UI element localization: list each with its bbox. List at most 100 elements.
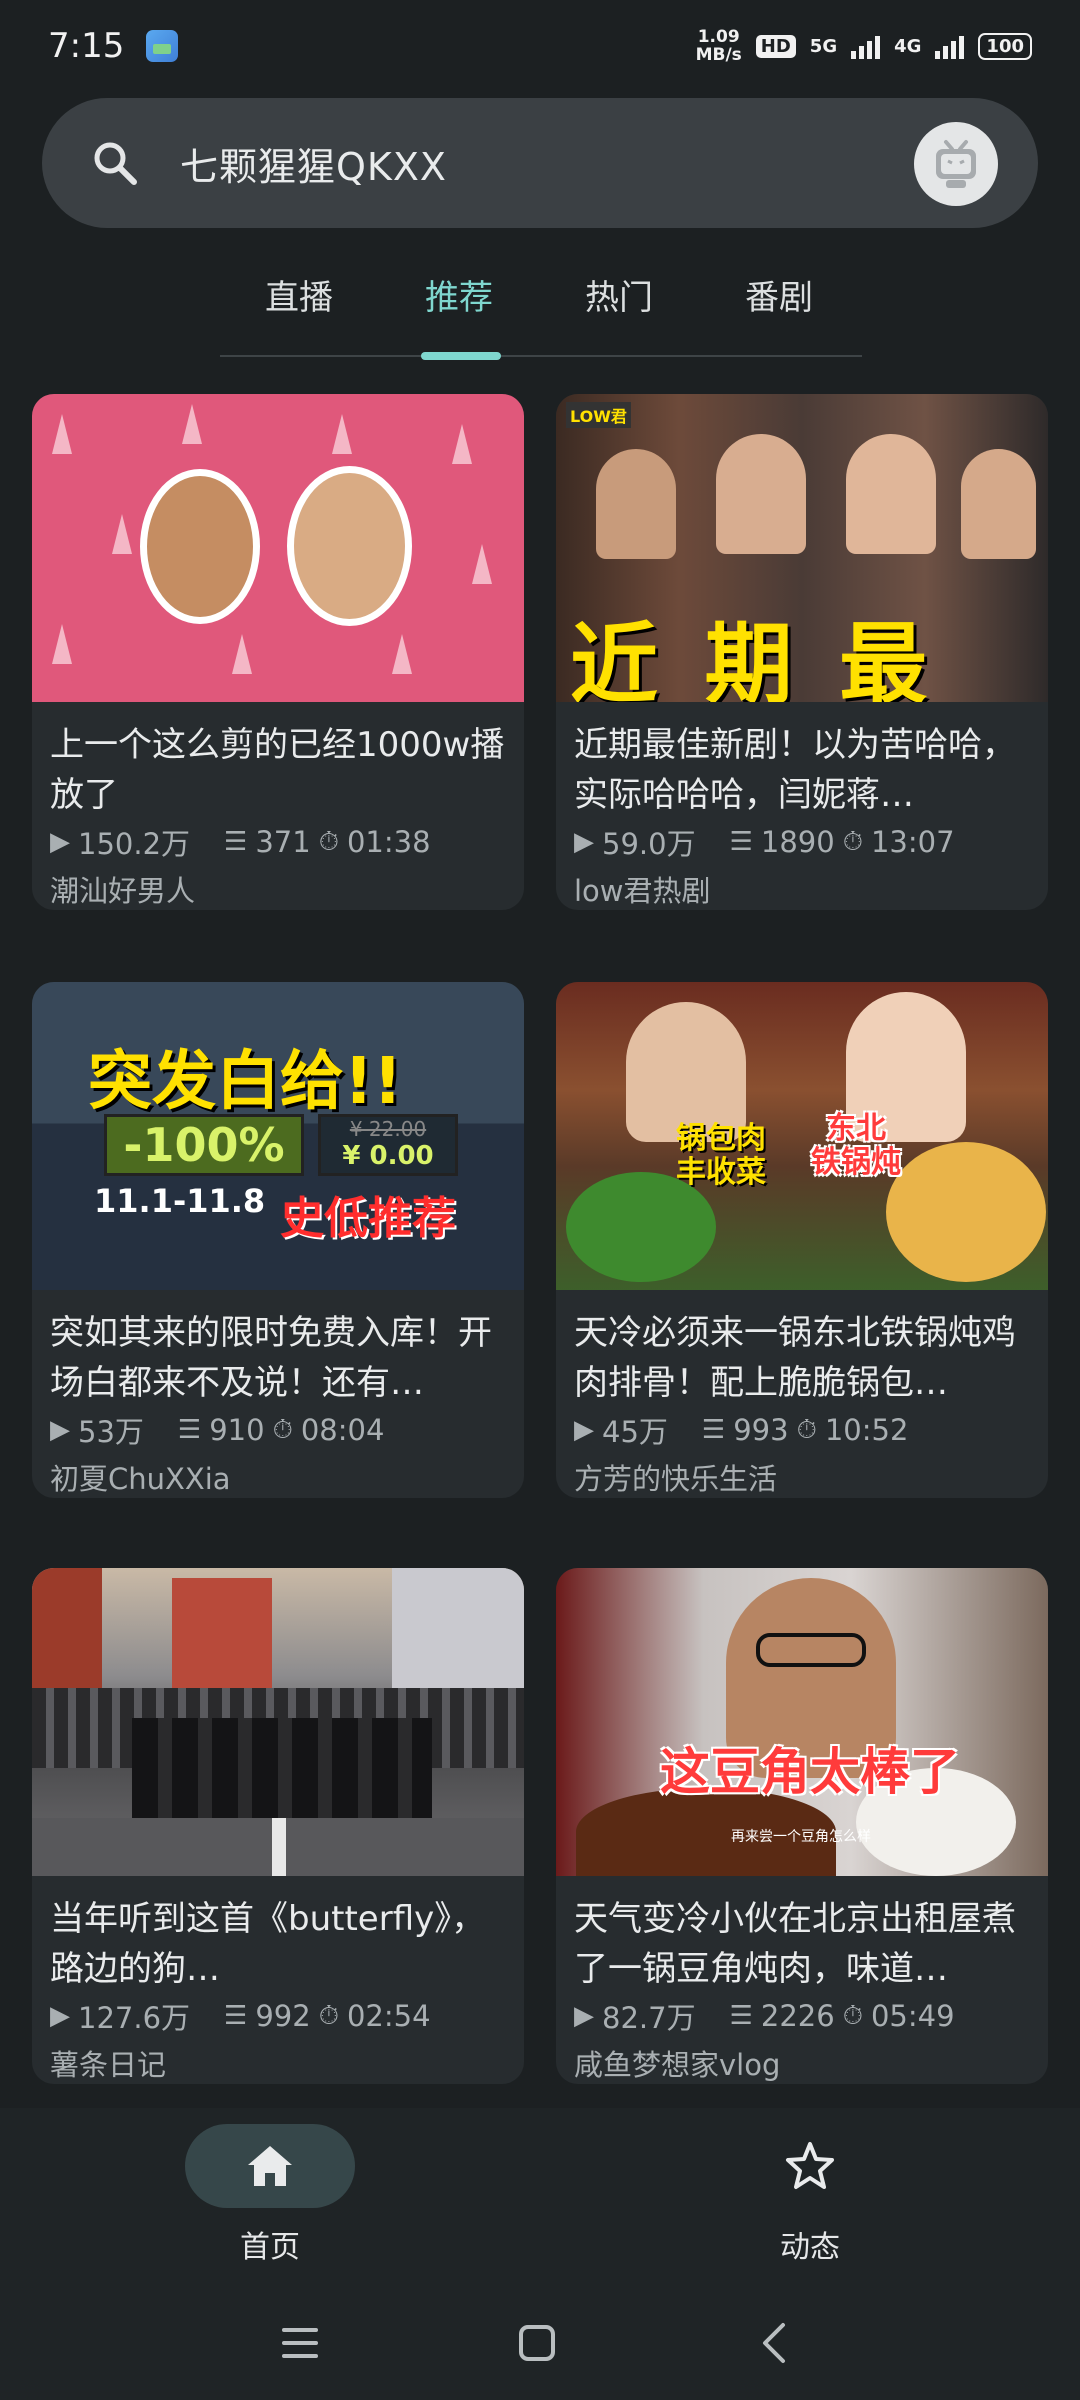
duration-icon: ⏱: [318, 826, 339, 857]
danmaku-count: 1890: [760, 825, 835, 859]
video-author[interactable]: low君热剧: [556, 862, 1048, 910]
danmaku-count: 2226: [760, 1999, 835, 2033]
view-count: 150.2万: [78, 827, 191, 861]
danmaku-icon: ☰: [224, 2001, 248, 2031]
video-author[interactable]: 方芳的快乐生活: [556, 1450, 1048, 1498]
danmaku-count: 910: [209, 1413, 265, 1447]
video-thumbnail[interactable]: 突发白给!! -100% ¥ 22.00 ¥ 0.00 11.1-11.8 史低…: [32, 982, 524, 1290]
play-count-icon: ▶: [50, 1415, 70, 1445]
video-stats: ▶ 150.2万 ☰ 371 ⏱ 01:38: [32, 822, 524, 862]
video-author[interactable]: 薯条日记: [32, 2036, 524, 2084]
video-card[interactable]: 上一个这么剪的已经1000w播放了 ▶ 150.2万 ☰ 371 ⏱ 01:38…: [32, 394, 524, 910]
discount-badge: -100%: [104, 1114, 304, 1176]
video-card[interactable]: 这豆角太棒了 再来尝一个豆角怎么样 天气变冷小伙在北京出租屋煮了一锅豆角炖肉，味…: [556, 1568, 1048, 2084]
bottom-navigation: 首页 动态: [0, 2108, 1080, 2290]
video-author[interactable]: 初夏ChuXXia: [32, 1450, 524, 1498]
food-label-1: 锅包肉 丰收菜: [676, 1121, 766, 1190]
view-count: 53万: [78, 1415, 144, 1449]
hd-voice-icon: HD: [755, 34, 796, 58]
signal-4g-icon: [935, 33, 965, 59]
network-speed: 1.09 MB/s: [695, 27, 742, 65]
video-duration: 10:52: [824, 1413, 909, 1447]
nav-home-label: 首页: [240, 2230, 300, 2265]
status-indicators: 1.09 MB/s HD 5G 4G 100: [696, 28, 1032, 64]
view-count: 127.6万: [78, 2001, 191, 2035]
thumbnail-caption: 近 期 最 佳: [570, 613, 936, 702]
home-icon: [248, 2146, 292, 2186]
avatar[interactable]: [914, 122, 998, 206]
thumbnail-caption: 这豆角太棒了: [660, 1743, 960, 1801]
duration-icon: ⏱: [842, 2000, 863, 2031]
video-title: 近期最佳新剧！以为苦哈哈，实际哈哈哈，闫妮蒋…: [574, 725, 1016, 815]
video-card[interactable]: 当年听到这首《butterfly》，路边的狗… ▶ 127.6万 ☰ 992 ⏱…: [32, 1568, 524, 2084]
tab-bar: 直播 推荐 热门 番剧: [0, 262, 1080, 362]
food-label-2: 东北 铁锅炖: [811, 1111, 901, 1180]
danmaku-count: 992: [255, 1999, 311, 2033]
status-bar: 7:15 1.09 MB/s HD 5G 4G 100: [0, 0, 1080, 92]
danmaku-icon: ☰: [729, 827, 753, 857]
search-input[interactable]: 七颗猩猩QKXX: [180, 136, 447, 191]
signal-5g-icon: [851, 33, 881, 59]
channel-logo: LOW君: [566, 402, 631, 428]
4g-label: 4G: [894, 35, 922, 57]
video-author[interactable]: 咸鱼梦想家vlog: [556, 2036, 1048, 2084]
thumbnail-subtitle: 再来尝一个豆角怎么样: [731, 1829, 871, 1845]
danmaku-icon: ☰: [177, 1415, 202, 1445]
menu-icon: [282, 2328, 318, 2358]
square-icon: [519, 2325, 555, 2361]
gallery-app-icon: [146, 30, 179, 62]
view-count: 45万: [602, 1415, 668, 1449]
video-title: 天气变冷小伙在北京出租屋煮了一锅豆角炖肉，味道…: [574, 1899, 1016, 1989]
video-stats: ▶ 127.6万 ☰ 992 ⏱ 02:54: [32, 1996, 524, 2036]
video-thumbnail[interactable]: [32, 394, 524, 702]
video-title: 上一个这么剪的已经1000w播放了: [50, 725, 505, 815]
tab-popular[interactable]: 热门: [559, 270, 679, 319]
video-title: 当年听到这首《butterfly》，路边的狗…: [50, 1899, 486, 1989]
video-thumbnail[interactable]: LOW君 近 期 最 佳: [556, 394, 1048, 702]
video-stats: ▶ 59.0万 ☰ 1890 ⏱ 13:07: [556, 822, 1048, 862]
home-button[interactable]: [507, 2318, 567, 2368]
search-bar[interactable]: 七颗猩猩QKXX: [42, 98, 1038, 228]
video-title: 天冷必须来一锅东北铁锅炖鸡肉排骨！配上脆脆锅包…: [574, 1313, 1016, 1403]
thumbnail-headline: 突发白给!!: [88, 1045, 403, 1119]
battery-icon: 100: [978, 32, 1032, 60]
tab-divider: [220, 355, 862, 357]
danmaku-icon: ☰: [224, 827, 248, 857]
5g-label: 5G: [809, 35, 838, 57]
price-box: ¥ 22.00 ¥ 0.00: [318, 1114, 458, 1176]
old-price: ¥ 22.00: [349, 1117, 427, 1141]
play-count-icon: ▶: [574, 1415, 594, 1445]
nav-home[interactable]: 首页: [185, 2124, 355, 2266]
video-duration: 01:38: [346, 825, 431, 859]
video-thumbnail[interactable]: [32, 1568, 524, 1876]
play-count-icon: ▶: [50, 827, 70, 857]
video-thumbnail[interactable]: 锅包肉 丰收菜 东北 铁锅炖: [556, 982, 1048, 1290]
danmaku-count: 993: [733, 1413, 789, 1447]
tab-live[interactable]: 直播: [239, 270, 359, 319]
video-card[interactable]: LOW君 近 期 最 佳 近期最佳新剧！以为苦哈哈，实际哈哈哈，闫妮蒋… ▶ 5…: [556, 394, 1048, 910]
back-icon: [763, 2323, 785, 2363]
video-card[interactable]: 突发白给!! -100% ¥ 22.00 ¥ 0.00 11.1-11.8 史低…: [32, 982, 524, 1498]
sale-dates: 11.1-11.8: [94, 1182, 266, 1220]
tab-recommend[interactable]: 推荐: [399, 270, 519, 319]
video-title: 突如其来的限时免费入库！开场白都来不及说！还有…: [50, 1313, 492, 1403]
nav-dynamic[interactable]: 动态: [725, 2124, 895, 2266]
new-price: ¥ 0.00: [342, 1141, 434, 1171]
bilibili-tv-icon: [936, 140, 976, 188]
video-thumbnail[interactable]: 这豆角太棒了 再来尝一个豆角怎么样: [556, 1568, 1048, 1876]
menu-button[interactable]: [270, 2318, 330, 2368]
duration-icon: ⏱: [842, 826, 863, 857]
video-stats: ▶ 45万 ☰ 993 ⏱ 10:52: [556, 1410, 1048, 1450]
video-duration: 02:54: [346, 1999, 431, 2033]
view-count: 82.7万: [602, 2001, 696, 2035]
video-card[interactable]: 锅包肉 丰收菜 东北 铁锅炖 天冷必须来一锅东北铁锅炖鸡肉排骨！配上脆脆锅包… …: [556, 982, 1048, 1498]
back-button[interactable]: [744, 2318, 804, 2368]
tab-anime[interactable]: 番剧: [719, 270, 839, 319]
danmaku-icon: ☰: [701, 1415, 726, 1445]
duration-icon: ⏱: [318, 2000, 339, 2031]
play-count-icon: ▶: [574, 2001, 594, 2031]
video-author[interactable]: 潮汕好男人: [32, 862, 524, 910]
tab-active-indicator: [421, 352, 501, 360]
danmaku-count: 371: [255, 825, 311, 859]
play-count-icon: ▶: [574, 827, 594, 857]
